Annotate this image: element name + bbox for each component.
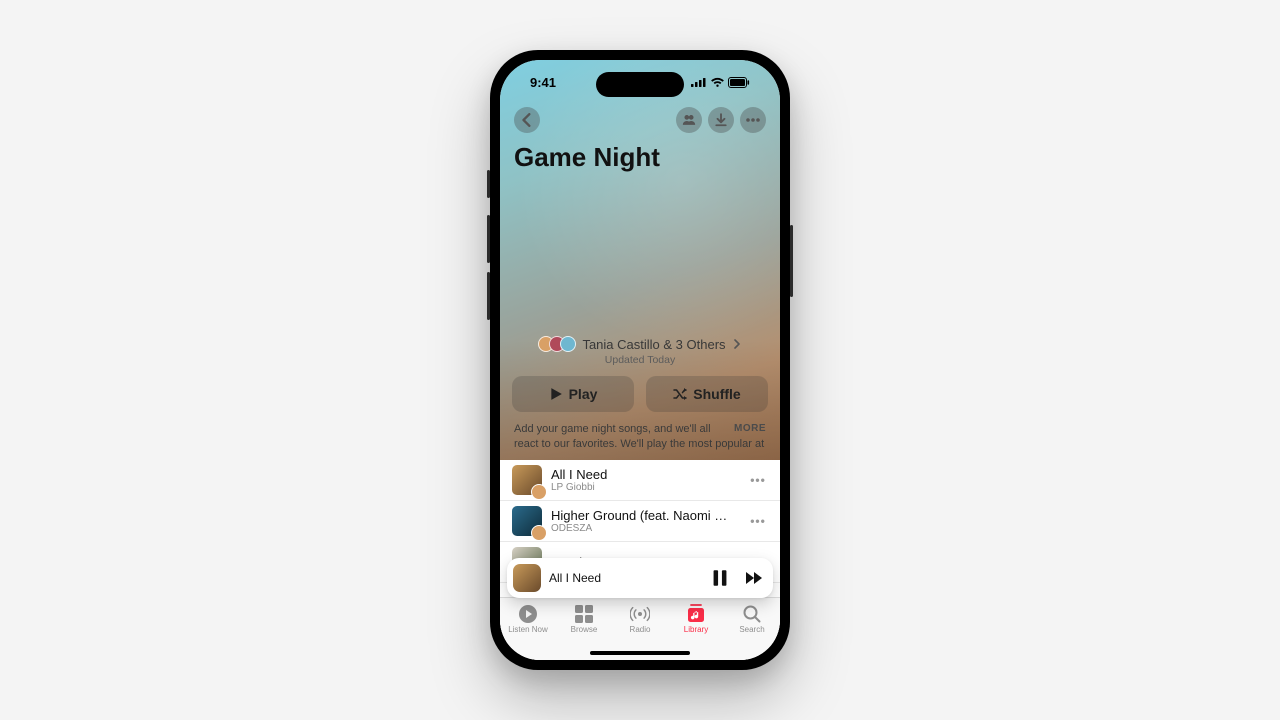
tab-browse[interactable]: Browse xyxy=(557,604,611,634)
play-button[interactable]: Play xyxy=(512,376,634,412)
battery-icon xyxy=(728,77,750,88)
playlist-title: Game Night xyxy=(512,142,768,173)
album-art xyxy=(512,506,542,536)
pause-button[interactable] xyxy=(711,569,729,587)
now-playing-art xyxy=(513,564,541,592)
tab-library[interactable]: Library xyxy=(669,604,723,634)
more-link[interactable]: MORE xyxy=(734,422,766,436)
ellipsis-icon xyxy=(746,113,760,127)
collaborators-button[interactable] xyxy=(676,107,702,133)
chevron-right-icon xyxy=(732,339,742,349)
updated-label: Updated Today xyxy=(512,354,768,366)
more-button[interactable] xyxy=(740,107,766,133)
status-time: 9:41 xyxy=(530,75,556,90)
contributor-badge xyxy=(531,525,547,541)
track-row[interactable]: Higher Ground (feat. Naomi Wild) ODESZA … xyxy=(500,501,780,542)
home-indicator[interactable] xyxy=(590,651,690,655)
album-art xyxy=(512,465,542,495)
chevron-left-icon xyxy=(520,113,534,127)
track-row[interactable]: All I Need LP Giobbi ••• xyxy=(500,460,780,501)
track-title: All I Need xyxy=(551,467,739,482)
shuffle-button[interactable]: Shuffle xyxy=(646,376,768,412)
now-playing-bar[interactable]: All I Need xyxy=(507,558,773,598)
download-button[interactable] xyxy=(708,107,734,133)
track-artist: LP Giobbi xyxy=(551,482,739,493)
phone-frame: 9:41 xyxy=(490,50,790,670)
status-indicators xyxy=(691,77,750,88)
contributor-badge xyxy=(531,484,547,500)
download-icon xyxy=(714,113,728,127)
playlist-description: MORE Add your game night songs, and we'l… xyxy=(512,422,768,460)
track-more-button[interactable]: ••• xyxy=(748,473,768,487)
collaborator-avatars xyxy=(538,336,576,352)
avatar xyxy=(560,336,576,352)
playlist-header: 9:41 xyxy=(500,60,780,460)
shuffle-icon xyxy=(673,387,687,401)
collaborators-row[interactable]: Tania Castillo & 3 Others xyxy=(512,336,768,352)
tab-search[interactable]: Search xyxy=(725,604,779,634)
tab-bar: Listen Now Browse Radio Library Search xyxy=(500,597,780,660)
people-icon xyxy=(682,113,696,127)
search-icon xyxy=(742,604,762,624)
radio-icon xyxy=(630,604,650,624)
grid-icon xyxy=(574,604,594,624)
track-title: Higher Ground (feat. Naomi Wild) xyxy=(551,508,739,523)
screen: 9:41 xyxy=(500,60,780,660)
library-icon xyxy=(686,604,706,624)
play-circle-icon xyxy=(518,604,538,624)
back-button[interactable] xyxy=(514,107,540,133)
tab-listen-now[interactable]: Listen Now xyxy=(501,604,555,634)
signal-icon xyxy=(691,77,707,87)
play-icon xyxy=(549,387,563,401)
now-playing-title: All I Need xyxy=(549,571,703,585)
next-button[interactable] xyxy=(745,569,763,587)
track-artist: ODESZA xyxy=(551,523,739,534)
status-bar: 9:41 xyxy=(512,60,768,104)
tab-radio[interactable]: Radio xyxy=(613,604,667,634)
wifi-icon xyxy=(710,77,725,88)
collaborators-text: Tania Castillo & 3 Others xyxy=(582,337,725,352)
track-more-button[interactable]: ••• xyxy=(748,514,768,528)
